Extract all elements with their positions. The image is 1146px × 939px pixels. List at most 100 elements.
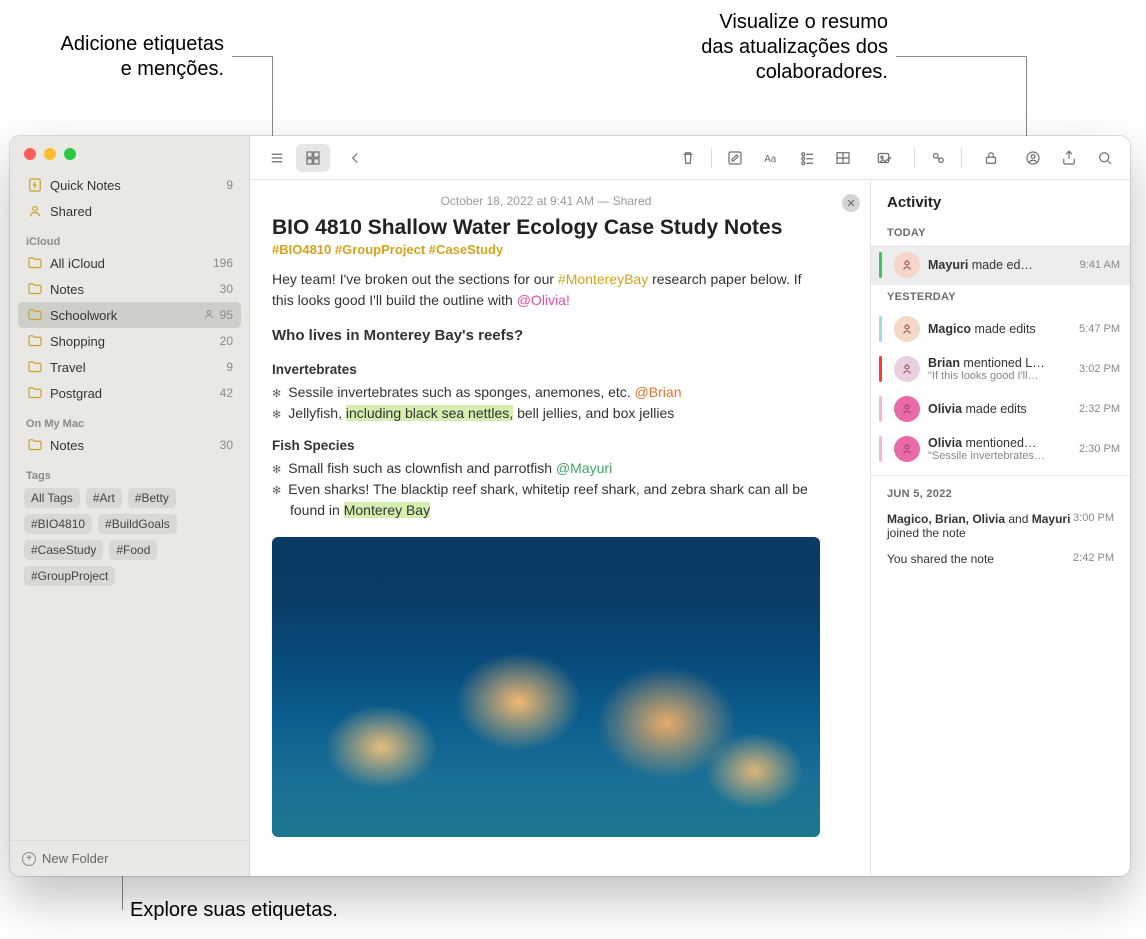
sidebar-folder-schoolwork[interactable]: Schoolwork95 [18,302,241,328]
tags-list: All Tags #Art #Betty #BIO4810 #BuildGoals #Ca… [18,484,241,590]
callout-line [232,56,272,57]
format-button[interactable]: Aa [754,144,788,172]
sidebar-folder-postgrad[interactable]: Postgrad42 [18,380,241,406]
activity-time: 2:32 PM [1079,403,1120,415]
compose-button[interactable] [718,144,752,172]
back-button[interactable] [338,144,372,172]
plus-icon: + [22,852,36,866]
sidebar-item-label: Shopping [50,334,220,349]
tag-chip[interactable]: All Tags [24,488,80,508]
list-item: Sessile invertebrates such as sponges, a… [290,382,820,403]
mention-brian[interactable]: @Brian [635,384,682,400]
note-image-jellyfish[interactable] [272,537,820,837]
toolbar: Aa [250,136,1130,180]
tag-chip[interactable]: #BIO4810 [24,514,92,534]
minimize-icon[interactable] [44,148,56,160]
activity-item[interactable]: Olivia made edits 2:32 PM [871,389,1130,429]
callout-explore-tags: Explore suas etiquetas. [130,898,338,923]
activity-joined: Magico, Brian, Olivia and Mayuri joined … [871,506,1130,546]
callout-line [896,56,1026,57]
media-button[interactable] [862,144,908,172]
share-button[interactable] [1052,144,1086,172]
activity-color-bar [879,316,882,342]
sidebar-item-label: All iCloud [50,256,213,271]
folder-icon [26,306,44,324]
activity-color-bar [879,356,882,382]
activity-section-yesterday: YESTERDAY [871,285,1130,309]
sidebar-item-count: 196 [213,256,233,270]
shared-indicator-icon [202,307,216,324]
folder-icon [26,384,44,402]
note-content[interactable]: October 18, 2022 at 9:41 AM — Shared BIO… [250,180,842,876]
sidebar-folder-notes[interactable]: Notes30 [18,276,241,302]
sidebar-folder-travel[interactable]: Travel9 [18,354,241,380]
heading-reefs: Who lives in Monterey Bay's reefs? [272,325,820,348]
bolt-note-icon [26,176,44,194]
activity-color-bar [879,396,882,422]
close-activity-button[interactable]: ✕ [842,194,860,212]
tag-chip[interactable]: #GroupProject [24,566,115,586]
activity-item[interactable]: Mayuri made ed…9:41 AM [871,245,1130,285]
delete-button[interactable] [671,144,705,172]
search-button[interactable] [1088,144,1122,172]
sidebar-item-label: Notes [50,282,220,297]
mention-mayuri[interactable]: @Mayuri [556,460,612,476]
sidebar-item-count: 30 [220,282,233,296]
table-button[interactable] [826,144,860,172]
sidebar-item-label: Notes [50,438,220,453]
tag-chip[interactable]: #Food [109,540,157,560]
link-note-button[interactable] [921,144,955,172]
new-folder-label: New Folder [42,851,108,866]
sidebar-item-count: 9 [226,178,233,192]
activity-shared: You shared the note 2:42 PM [871,546,1130,572]
activity-item[interactable]: Magico made edits5:47 PM [871,309,1130,349]
sidebar-item-label: Schoolwork [50,308,202,323]
lock-button[interactable] [968,144,1014,172]
sidebar-shared[interactable]: Shared [18,198,241,224]
sidebar-folder-shopping[interactable]: Shopping20 [18,328,241,354]
sidebar-quick-notes[interactable]: Quick Notes 9 [18,172,241,198]
sidebar-item-label: Postgrad [50,386,220,401]
tag-chip[interactable]: #Betty [128,488,176,508]
activity-panel: Activity TODAY Mayuri made ed…9:41 AM YE… [870,180,1130,876]
hashtag[interactable]: #MontereyBay [558,271,648,287]
highlight: including black sea nettles, [346,405,513,421]
tag-chip[interactable]: #BuildGoals [98,514,177,534]
callout-line [1026,56,1027,136]
new-folder-button[interactable]: + New Folder [10,840,249,876]
view-grid-button[interactable] [296,144,330,172]
sidebar-folder-all-icloud[interactable]: All iCloud196 [18,250,241,276]
tag-chip[interactable]: #CaseStudy [24,540,103,560]
collaborate-button[interactable] [1016,144,1050,172]
sidebar-item-count: 9 [226,360,233,374]
note-title: BIO 4810 Shallow Water Ecology Case Stud… [272,216,820,240]
folder-icon [26,332,44,350]
activity-text: Olivia made edits [928,402,1071,416]
avatar [894,356,920,382]
avatar [894,396,920,422]
sidebar-section-onmymac: On My Mac [18,406,241,432]
sidebar-item-count: 30 [220,438,233,452]
view-list-button[interactable] [260,144,294,172]
activity-time: 2:30 PM [1079,443,1120,455]
activity-item[interactable]: Brian mentioned L…"If this looks good I'… [871,349,1130,389]
activity-time: 5:47 PM [1079,323,1120,335]
sidebar-item-label: Shared [50,204,233,219]
shared-icon [26,202,44,220]
zoom-icon[interactable] [64,148,76,160]
activity-section-date: JUN 5, 2022 [871,482,1130,506]
callout-tags-mentions: Adicione etiquetase menções. [14,32,224,82]
activity-item[interactable]: Olivia mentioned…"Sessile invertebrates…… [871,429,1130,469]
sidebar-folder-notes[interactable]: Notes30 [18,432,241,458]
mention-olivia[interactable]: @Olivia! [517,292,570,308]
checklist-button[interactable] [790,144,824,172]
window-controls [10,136,249,168]
avatar [894,316,920,342]
tag-chip[interactable]: #Art [86,488,122,508]
close-icon[interactable] [24,148,36,160]
activity-text: Olivia mentioned…"Sessile invertebrates… [928,436,1071,462]
note-hashtags[interactable]: #BIO4810 #GroupProject #CaseStudy [272,242,820,257]
main-area: Aa October 18, 2022 at 9:41 AM — Shared … [250,136,1130,876]
activity-text: Brian mentioned L…"If this looks good I'… [928,356,1071,382]
folder-icon [26,280,44,298]
